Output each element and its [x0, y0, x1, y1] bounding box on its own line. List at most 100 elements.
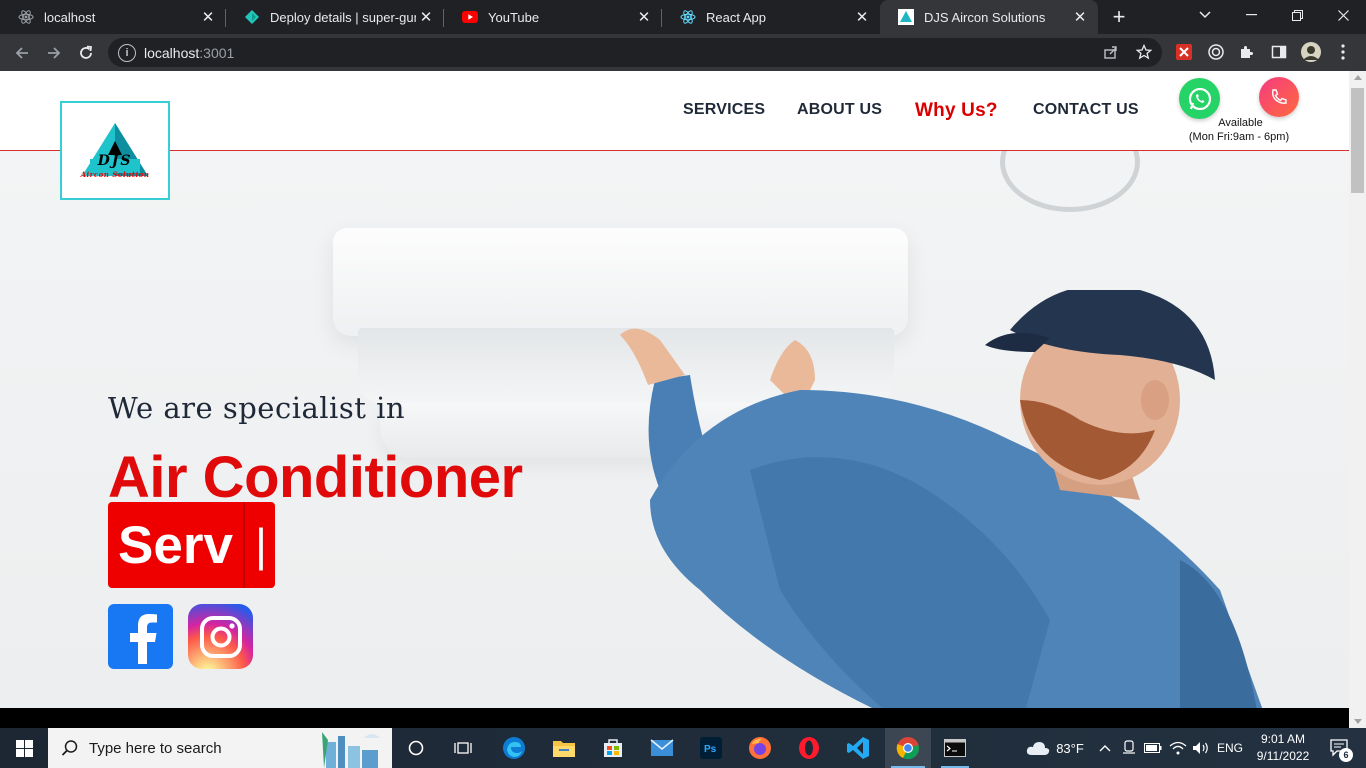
- site-info-icon[interactable]: i: [118, 43, 136, 62]
- availability-line1: Available: [1218, 117, 1263, 129]
- bookmark-star-icon[interactable]: [1133, 41, 1155, 63]
- cortana-circle-icon: [408, 740, 424, 756]
- tab-djs-aircon[interactable]: DJS Aircon Solutions ✕: [880, 0, 1098, 34]
- chevron-up-icon: [1099, 745, 1111, 752]
- taskbar-mail[interactable]: [642, 728, 682, 768]
- battery-icon[interactable]: [1143, 728, 1163, 768]
- terminal-icon: [944, 739, 966, 757]
- search-icon: [61, 740, 78, 756]
- scroll-down-icon[interactable]: [1354, 719, 1362, 724]
- extension-target-icon[interactable]: [1205, 41, 1227, 63]
- notification-center-button[interactable]: 6: [1320, 728, 1360, 768]
- language-indicator[interactable]: ENG: [1214, 728, 1246, 768]
- call-button[interactable]: [1259, 77, 1299, 117]
- instagram-icon: [199, 615, 242, 658]
- close-icon[interactable]: ✕: [1070, 7, 1090, 27]
- taskbar-vscode[interactable]: [838, 728, 878, 768]
- opera-icon: [799, 737, 819, 759]
- typed-text-banner: Serv |: [108, 502, 275, 588]
- react-icon: [680, 9, 696, 25]
- windows-taskbar: Type here to search Ps 83°F ENG 9:01 AM …: [0, 728, 1366, 768]
- photoshop-icon: Ps: [700, 737, 722, 759]
- tab-title: DJS Aircon Solutions: [924, 9, 1046, 25]
- extension-red-icon[interactable]: [1173, 41, 1195, 63]
- site-logo[interactable]: DJS Aircon Solution: [60, 101, 170, 200]
- instagram-link[interactable]: [188, 604, 253, 669]
- url-host: localhost: [144, 44, 200, 61]
- whatsapp-button[interactable]: [1179, 78, 1220, 119]
- menu-kebab-icon[interactable]: [1332, 41, 1354, 63]
- close-icon[interactable]: ✕: [852, 7, 872, 27]
- youtube-icon: [462, 9, 478, 25]
- facebook-icon: [129, 613, 157, 664]
- browser-tab-strip: localhost ✕ Deploy details | super-gumdr…: [0, 0, 1366, 34]
- new-tab-button[interactable]: +: [1106, 4, 1132, 29]
- logo-caption: Aircon Solution: [80, 170, 150, 179]
- nav-services[interactable]: SERVICES: [683, 101, 765, 119]
- tab-localhost[interactable]: localhost ✕: [0, 0, 226, 34]
- close-icon[interactable]: ✕: [416, 7, 436, 27]
- chrome-icon: [896, 737, 919, 760]
- typed-text: Serv: [108, 502, 243, 588]
- wall-clock-image: [1000, 150, 1140, 212]
- minimize-button[interactable]: [1228, 0, 1274, 30]
- page-viewport: SERVICES ABOUT US Why Us? CONTACT US Ava…: [0, 71, 1349, 708]
- taskbar-chrome[interactable]: [885, 728, 931, 768]
- taskbar-firefox[interactable]: [740, 728, 780, 768]
- scrollbar-thumb[interactable]: [1351, 88, 1364, 193]
- weather-widget[interactable]: 83°F: [1020, 728, 1090, 768]
- taskbar-terminal[interactable]: [935, 728, 975, 768]
- reload-button[interactable]: [72, 39, 100, 67]
- profile-avatar[interactable]: [1300, 41, 1322, 63]
- nav-about-us[interactable]: ABOUT US: [797, 101, 882, 119]
- forward-button[interactable]: [40, 39, 68, 67]
- address-bar[interactable]: i localhost :3001: [108, 38, 1162, 67]
- tab-deploy-details[interactable]: Deploy details | super-gumdr ✕: [226, 0, 444, 34]
- browser-toolbar: i localhost :3001: [0, 34, 1366, 71]
- weather-temp: 83°F: [1056, 740, 1084, 756]
- cortana-button[interactable]: [396, 728, 436, 768]
- back-button[interactable]: [8, 39, 36, 67]
- store-icon: [604, 739, 622, 757]
- hero-tagline: We are specialist in: [108, 391, 406, 425]
- tab-title: Deploy details | super-gumdr: [270, 9, 416, 25]
- extensions-puzzle-icon[interactable]: [1236, 41, 1258, 63]
- restore-button[interactable]: [1274, 0, 1320, 30]
- task-view-button[interactable]: [443, 728, 483, 768]
- show-hidden-icons-button[interactable]: [1096, 728, 1114, 768]
- close-icon[interactable]: ✕: [634, 7, 654, 27]
- taskbar-edge[interactable]: [494, 728, 534, 768]
- taskbar-opera[interactable]: [789, 728, 829, 768]
- network-drive-icon[interactable]: [1120, 728, 1138, 768]
- logo-letters: DJS: [97, 153, 133, 169]
- tab-youtube[interactable]: YouTube ✕: [444, 0, 662, 34]
- taskbar-clock[interactable]: 9:01 AM 9/11/2022: [1250, 731, 1316, 765]
- nav-why-us[interactable]: Why Us?: [915, 100, 998, 122]
- clock-date: 9/11/2022: [1256, 749, 1310, 763]
- close-window-button[interactable]: [1320, 0, 1366, 30]
- cloud-icon: [1027, 742, 1050, 755]
- page-scrollbar[interactable]: [1349, 71, 1366, 728]
- tab-title: React App: [706, 9, 766, 25]
- page-bottom-bar: [0, 708, 1349, 728]
- taskbar-store[interactable]: [593, 728, 633, 768]
- nav-contact-us[interactable]: CONTACT US: [1033, 101, 1139, 119]
- task-view-icon: [454, 742, 472, 754]
- svg-text:Ps: Ps: [704, 744, 717, 755]
- tab-search-icon[interactable]: [1182, 0, 1228, 30]
- start-button[interactable]: [0, 728, 48, 768]
- taskbar-search[interactable]: Type here to search: [48, 728, 392, 768]
- volume-icon[interactable]: [1191, 728, 1211, 768]
- url-port: :3001: [199, 44, 235, 61]
- taskbar-photoshop[interactable]: Ps: [691, 728, 731, 768]
- search-highlight-image: [322, 732, 380, 768]
- hero-headline: Air Conditioner: [108, 445, 523, 510]
- close-icon[interactable]: ✕: [198, 7, 218, 27]
- tab-react-app[interactable]: React App ✕: [662, 0, 880, 34]
- share-icon[interactable]: [1100, 41, 1122, 63]
- facebook-link[interactable]: [108, 604, 173, 669]
- side-panel-icon[interactable]: [1268, 41, 1290, 63]
- wifi-icon[interactable]: [1168, 728, 1188, 768]
- scroll-up-icon[interactable]: [1354, 75, 1362, 80]
- taskbar-file-explorer[interactable]: [544, 728, 584, 768]
